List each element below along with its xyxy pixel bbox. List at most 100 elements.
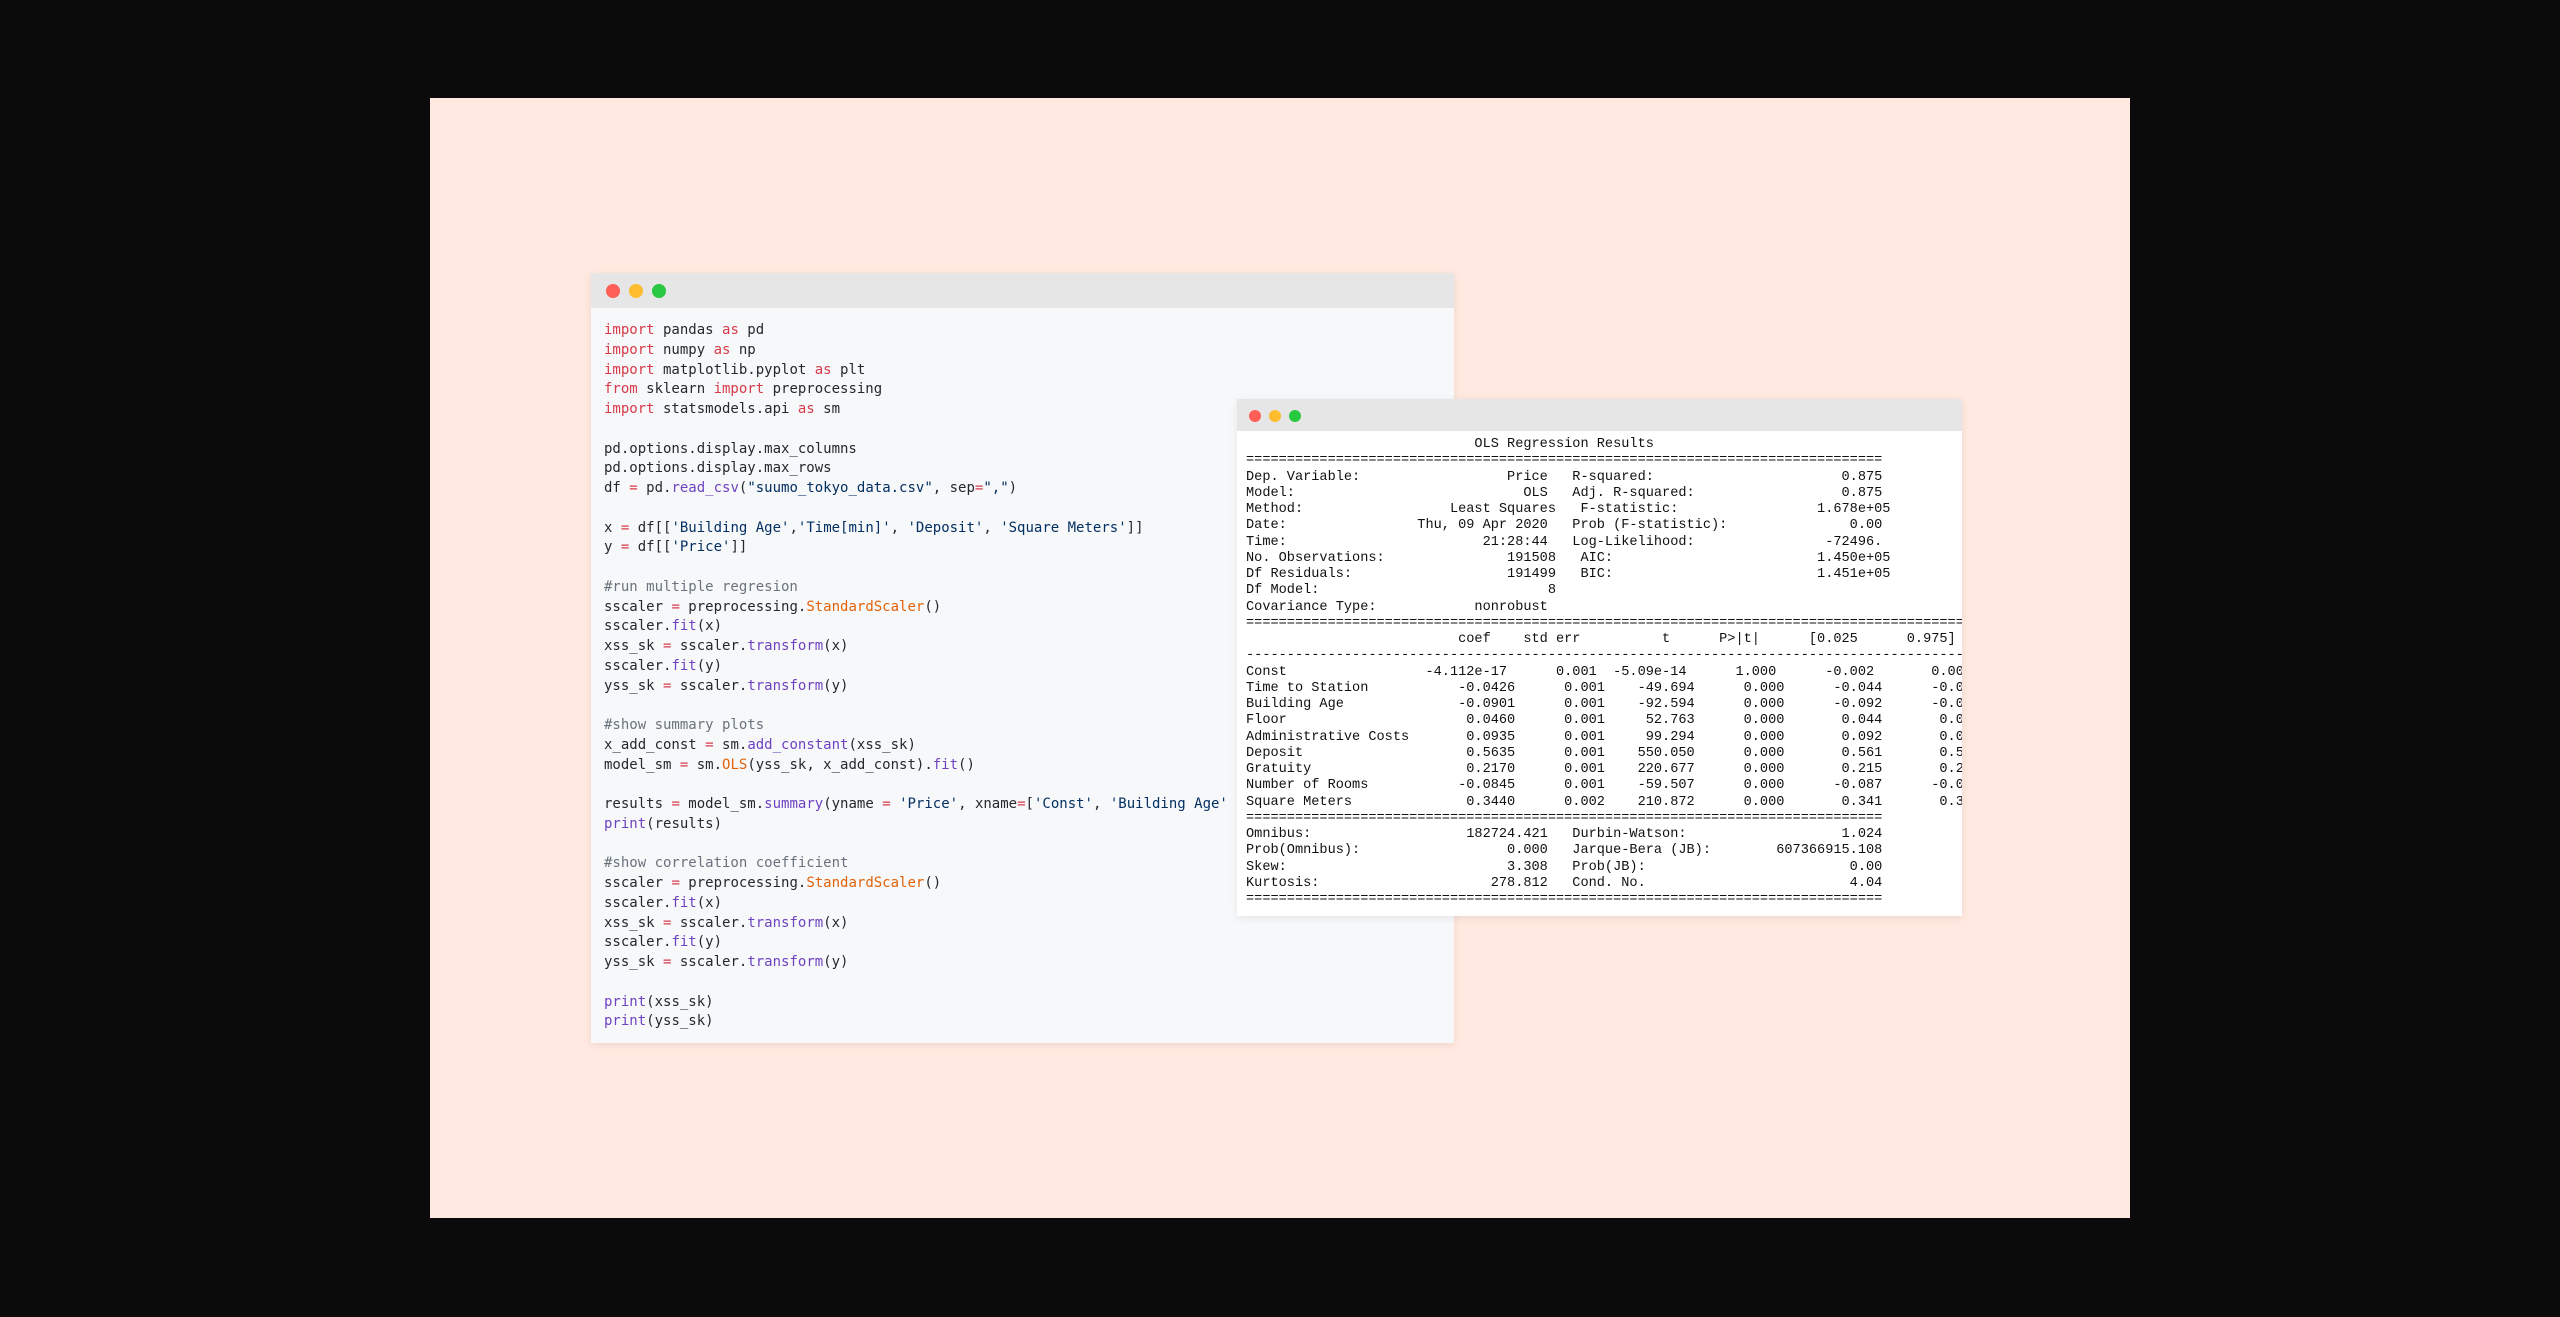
ols-line: coef std err t P>|t| [0.025 0.975] xyxy=(1246,632,1956,647)
code-token: transform xyxy=(747,638,824,654)
ols-line: No. Observations: 191508 AIC: 1.450e+05 xyxy=(1246,550,1891,566)
code-token: summary xyxy=(764,796,824,812)
code-line: ​ xyxy=(604,973,1228,993)
zoom-icon[interactable] xyxy=(1289,410,1301,422)
code-token: fit xyxy=(671,934,697,951)
ols-line: Date: Thu, 09 Apr 2020 Prob (F-statistic… xyxy=(1246,518,1883,534)
code-line: print(yss_sk) xyxy=(604,1012,1228,1032)
code-token: sm. xyxy=(713,736,748,753)
code-token: print xyxy=(604,993,647,1010)
code-token: (y) xyxy=(823,954,849,970)
code-token: #run multiple regresion xyxy=(604,578,798,595)
code-line: sscaler = preprocessing.StandardScaler() xyxy=(604,874,1228,894)
ols-line: OLS Regression Results xyxy=(1246,437,1883,452)
code-token: (y) xyxy=(696,657,723,674)
code-token: () xyxy=(924,598,942,615)
code-line: y = df[['Price']] xyxy=(604,538,1228,558)
code-token: (x) xyxy=(823,914,849,931)
code-token: sscaler. xyxy=(671,677,748,694)
code-token: import xyxy=(713,381,765,398)
code-token: fit xyxy=(932,756,959,773)
code-token: = xyxy=(671,598,680,615)
code-token: statsmodels.api xyxy=(654,401,798,417)
code-token: "," xyxy=(983,480,1009,496)
code-line: print(results) xyxy=(604,815,1228,835)
code-token: , sep xyxy=(932,480,975,496)
code-token: 'Price' xyxy=(899,796,959,812)
code-token: = xyxy=(629,480,638,496)
code-line: ​ xyxy=(604,420,1228,440)
minimize-icon[interactable] xyxy=(1269,410,1281,422)
code-token: = xyxy=(671,875,680,891)
code-token: [ xyxy=(1025,796,1034,812)
code-token: x xyxy=(604,519,621,536)
ols-line: ----------------------------------------… xyxy=(1246,648,1962,664)
code-token: y xyxy=(604,539,621,556)
code-token: results xyxy=(604,796,672,812)
code-line: from sklearn import preprocessing xyxy=(604,380,1228,400)
code-window-titlebar xyxy=(591,273,1454,308)
code-token: = xyxy=(1017,796,1026,812)
ols-line: ========================================… xyxy=(1246,810,1883,826)
code-token: = xyxy=(705,736,714,753)
code-token: print xyxy=(604,1013,647,1030)
zoom-icon[interactable] xyxy=(652,284,666,298)
code-token: ) xyxy=(1008,480,1018,496)
code-token: sscaler. xyxy=(671,954,748,970)
code-token: 'Time[min]' xyxy=(797,519,891,536)
code-token: sscaler xyxy=(604,875,672,891)
code-line: results = model_sm.summary(yname = 'Pric… xyxy=(604,795,1228,815)
code-line: ​ xyxy=(604,835,1228,855)
code-token: (xss_sk) xyxy=(646,993,714,1010)
code-line: df = pd.read_csv("suumo_tokyo_data.csv",… xyxy=(604,479,1228,499)
code-line: import numpy as np xyxy=(604,341,1228,361)
code-token: fit xyxy=(671,657,697,674)
close-icon[interactable] xyxy=(606,284,620,298)
ols-line: Omnibus: 182724.421 Durbin-Watson: 1.024 xyxy=(1246,827,1883,842)
code-line: pd.options.display.max_columns xyxy=(604,440,1228,460)
code-token: , xyxy=(983,519,1001,536)
code-token: add_constant xyxy=(747,736,849,753)
code-token: preprocessing. xyxy=(679,598,807,615)
ols-line: Prob(Omnibus): 0.000 Jarque-Bera (JB): 6… xyxy=(1246,843,1883,859)
code-line: yss_sk = sscaler.transform(y) xyxy=(604,677,1228,697)
code-token: sm. xyxy=(688,756,723,773)
code-token: preprocessing xyxy=(764,381,883,398)
code-token: yss_sk xyxy=(604,954,664,970)
ols-line: Time: 21:28:44 Log-Likelihood: -72496. xyxy=(1246,534,1883,550)
code-token: import xyxy=(604,361,655,378)
code-token: 'Building Age' xyxy=(671,519,790,536)
ols-line: Kurtosis: 278.812 Cond. No. 4.04 xyxy=(1246,875,1883,891)
ols-line: Deposit 0.5635 0.001 550.050 0.000 0.561… xyxy=(1246,745,1962,761)
code-token: as xyxy=(814,361,832,378)
close-icon[interactable] xyxy=(1249,410,1261,422)
ols-line: Skew: 3.308 Prob(JB): 0.00 xyxy=(1246,859,1883,875)
code-token: StandardScaler xyxy=(806,598,925,615)
code-token: numpy xyxy=(654,341,714,358)
code-token: model_sm. xyxy=(679,796,765,812)
code-token: () xyxy=(924,875,942,891)
code-token: import xyxy=(604,401,655,417)
code-token: 'Const' xyxy=(1033,796,1093,812)
code-line: #run multiple regresion xyxy=(604,578,1228,598)
code-token: transform xyxy=(747,954,824,970)
code-token: fit xyxy=(671,894,697,911)
code-token: df[[ xyxy=(629,519,672,536)
code-token: import xyxy=(604,322,655,338)
ols-results-text: OLS Regression Results =================… xyxy=(1246,437,1962,908)
code-token: as xyxy=(713,341,731,358)
code-line: sscaler = preprocessing.StandardScaler() xyxy=(604,598,1228,618)
code-token: preprocessing. xyxy=(679,875,807,891)
code-token: 'Price' xyxy=(671,539,731,556)
code-token: 'Square Meters' xyxy=(1000,519,1127,536)
code-token: sscaler. xyxy=(671,638,748,654)
minimize-icon[interactable] xyxy=(629,284,643,298)
code-token: sscaler. xyxy=(671,914,748,931)
code-token: pd. xyxy=(637,480,672,496)
code-line: sscaler.fit(y) xyxy=(604,933,1228,953)
ols-line: ========================================… xyxy=(1246,453,1883,469)
code-token: ]] xyxy=(1126,519,1144,536)
code-token: = xyxy=(671,796,680,812)
code-token: (x) xyxy=(823,638,849,654)
code-line: x = df[['Building Age','Time[min]', 'Dep… xyxy=(604,519,1228,539)
